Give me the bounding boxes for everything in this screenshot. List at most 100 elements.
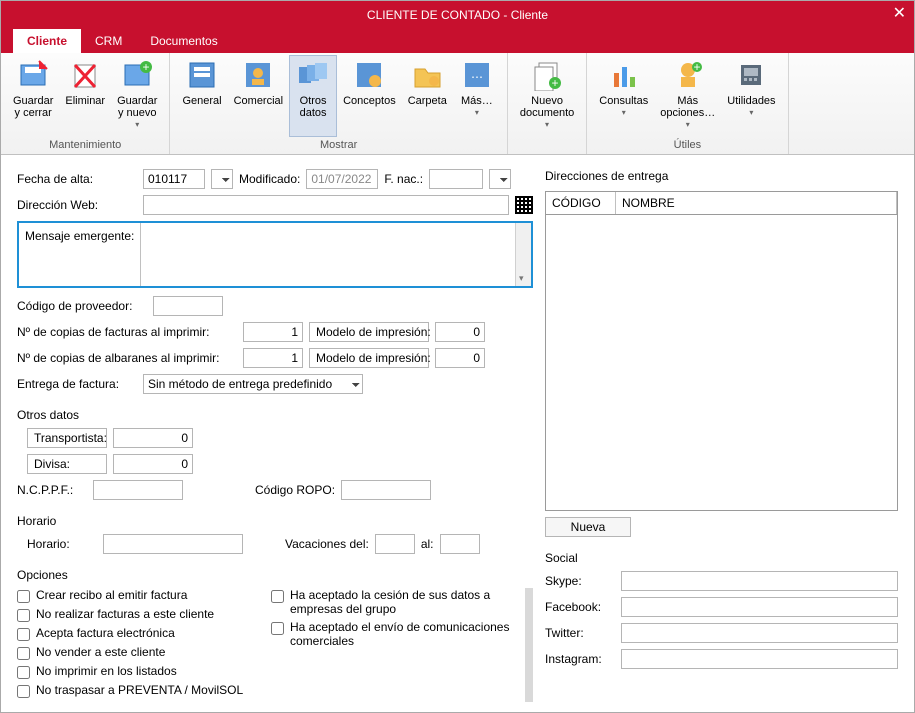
option-checkbox[interactable]: No imprimir en los listados bbox=[17, 664, 257, 679]
checkbox-input[interactable] bbox=[17, 628, 30, 641]
ribbon-general-button[interactable]: General bbox=[176, 55, 227, 137]
checkbox-input[interactable] bbox=[17, 666, 30, 679]
ncppf-input[interactable] bbox=[93, 480, 183, 500]
vac-hasta-input[interactable] bbox=[440, 534, 480, 554]
close-icon[interactable]: ✕ bbox=[893, 3, 906, 23]
ropo-input[interactable] bbox=[341, 480, 431, 500]
dir-web-input[interactable] bbox=[143, 195, 509, 215]
checkbox-input[interactable] bbox=[271, 590, 284, 603]
opciones-title: Opciones bbox=[17, 568, 533, 582]
options-scrollbar[interactable] bbox=[525, 588, 533, 702]
cod-prov-input[interactable] bbox=[153, 296, 223, 316]
checkbox-input[interactable] bbox=[17, 647, 30, 660]
ribbon-util-button[interactable]: Utilidades▾ bbox=[721, 55, 781, 137]
ribbon-label: Consultas bbox=[599, 95, 648, 107]
modelo-imp-input[interactable] bbox=[435, 322, 485, 342]
ribbon-delete-button[interactable]: Eliminar bbox=[59, 55, 111, 137]
ribbon-nuevodoc-button[interactable]: +Nuevo documento▾ bbox=[514, 55, 580, 149]
svg-text:+: + bbox=[143, 60, 150, 74]
transportista-input[interactable] bbox=[113, 428, 193, 448]
ribbon-mas-button[interactable]: ⋯Más…▾ bbox=[453, 55, 501, 137]
al-label: al: bbox=[421, 537, 434, 551]
transportista-label: Transportista: bbox=[27, 428, 107, 448]
copias-alb-label: Nº de copias de albaranes al imprimir: bbox=[17, 351, 237, 365]
facebook-input[interactable] bbox=[621, 597, 898, 617]
option-checkbox[interactable]: Ha aceptado el envío de comunicaciones c… bbox=[271, 620, 511, 648]
col-nombre[interactable]: NOMBRE bbox=[616, 192, 897, 214]
fecha-alta-dropdown[interactable] bbox=[211, 169, 233, 189]
tab-documentos[interactable]: Documentos bbox=[136, 29, 231, 53]
ribbon-carpeta-button[interactable]: Carpeta bbox=[402, 55, 453, 137]
tab-cliente[interactable]: Cliente bbox=[13, 29, 81, 53]
ribbon-label: Utilidades bbox=[727, 95, 775, 107]
checkbox-input[interactable] bbox=[271, 622, 284, 635]
checkbox-label: Acepta factura electrónica bbox=[36, 626, 175, 640]
ribbon-label: Comercial bbox=[234, 95, 284, 107]
chevron-down-icon: ▾ bbox=[475, 109, 479, 118]
skype-label: Skype: bbox=[545, 574, 615, 588]
copias-alb-input[interactable] bbox=[243, 348, 303, 368]
ncppf-label: N.C.P.P.F.: bbox=[17, 483, 87, 497]
chevron-down-icon: ▾ bbox=[622, 109, 626, 118]
checkbox-label: No traspasar a PREVENTA / MovilSOL bbox=[36, 683, 243, 697]
fnac-label: F. nac.: bbox=[384, 172, 423, 186]
col-codigo[interactable]: CÓDIGO bbox=[546, 192, 616, 214]
entrega-label: Entrega de factura: bbox=[17, 377, 137, 391]
entrega-select[interactable]: Sin método de entrega predefinido bbox=[143, 374, 363, 394]
modificado-label: Modificado: bbox=[239, 172, 300, 186]
option-checkbox[interactable]: Acepta factura electrónica bbox=[17, 626, 257, 641]
nueva-button[interactable]: Nueva bbox=[545, 517, 631, 537]
divisa-label: Divisa: bbox=[27, 454, 107, 474]
ribbon-label: Otros datos bbox=[300, 95, 327, 119]
ribbon-comercial-button[interactable]: Comercial bbox=[228, 55, 290, 137]
instagram-input[interactable] bbox=[621, 649, 898, 669]
option-checkbox[interactable]: No realizar facturas a este cliente bbox=[17, 607, 257, 622]
vac-desde-input[interactable] bbox=[375, 534, 415, 554]
copias-fact-input[interactable] bbox=[243, 322, 303, 342]
option-checkbox[interactable]: No vender a este cliente bbox=[17, 645, 257, 660]
ribbon-group-title: Útiles bbox=[593, 137, 781, 154]
ribbon: Guardar y cerrarEliminar+Guardar y nuevo… bbox=[1, 53, 914, 155]
ribbon-masop-button[interactable]: +Más opciones…▾ bbox=[654, 55, 721, 137]
horario-title: Horario bbox=[17, 514, 533, 528]
fecha-alta-input[interactable] bbox=[143, 169, 205, 189]
divisa-input[interactable] bbox=[113, 454, 193, 474]
skype-input[interactable] bbox=[621, 571, 898, 591]
twitter-input[interactable] bbox=[621, 623, 898, 643]
ribbon-consultas-button[interactable]: Consultas ▾ bbox=[593, 55, 654, 137]
vacaciones-label: Vacaciones del: bbox=[285, 537, 369, 551]
fnac-dropdown[interactable] bbox=[489, 169, 511, 189]
ribbon-label: Carpeta bbox=[408, 95, 447, 107]
scrollbar[interactable] bbox=[515, 223, 531, 286]
title-bar: CLIENTE DE CONTADO - Cliente ✕ bbox=[1, 1, 914, 29]
modelo-imp2-input[interactable] bbox=[435, 348, 485, 368]
direcciones-table[interactable]: CÓDIGO NOMBRE bbox=[545, 191, 898, 511]
svg-text:+: + bbox=[552, 76, 559, 90]
twitter-label: Twitter: bbox=[545, 626, 615, 640]
option-checkbox[interactable]: Ha aceptado la cesión de sus datos a emp… bbox=[271, 588, 511, 616]
ribbon-label: Guardar y cerrar bbox=[13, 95, 53, 119]
window-title: CLIENTE DE CONTADO - Cliente bbox=[367, 8, 548, 22]
direcciones-title: Direcciones de entrega bbox=[545, 169, 668, 183]
checkbox-input[interactable] bbox=[17, 609, 30, 622]
ribbon-save-close-button[interactable]: Guardar y cerrar bbox=[7, 55, 59, 137]
ribbon-save-new-button[interactable]: +Guardar y nuevo▾ bbox=[111, 55, 163, 137]
ribbon-conceptos-button[interactable]: Conceptos bbox=[337, 55, 402, 137]
dir-web-label: Dirección Web: bbox=[17, 198, 137, 212]
horario-input[interactable] bbox=[103, 534, 243, 554]
checkbox-label: Ha aceptado el envío de comunicaciones c… bbox=[290, 620, 511, 648]
ribbon-label: Más… bbox=[461, 95, 493, 107]
option-checkbox[interactable]: Crear recibo al emitir factura bbox=[17, 588, 257, 603]
facebook-label: Facebook: bbox=[545, 600, 615, 614]
ribbon-label: Conceptos bbox=[343, 95, 396, 107]
ribbon-otros-button[interactable]: Otros datos bbox=[289, 55, 337, 137]
ribbon-label: Más opciones… bbox=[660, 95, 715, 119]
tab-crm[interactable]: CRM bbox=[81, 29, 136, 53]
option-checkbox[interactable]: No traspasar a PREVENTA / MovilSOL bbox=[17, 683, 257, 698]
fnac-input[interactable] bbox=[429, 169, 483, 189]
mensaje-textarea[interactable] bbox=[140, 223, 515, 286]
checkbox-input[interactable] bbox=[17, 590, 30, 603]
checkbox-input[interactable] bbox=[17, 685, 30, 698]
qr-icon[interactable] bbox=[515, 196, 533, 214]
checkbox-label: No realizar facturas a este cliente bbox=[36, 607, 214, 621]
